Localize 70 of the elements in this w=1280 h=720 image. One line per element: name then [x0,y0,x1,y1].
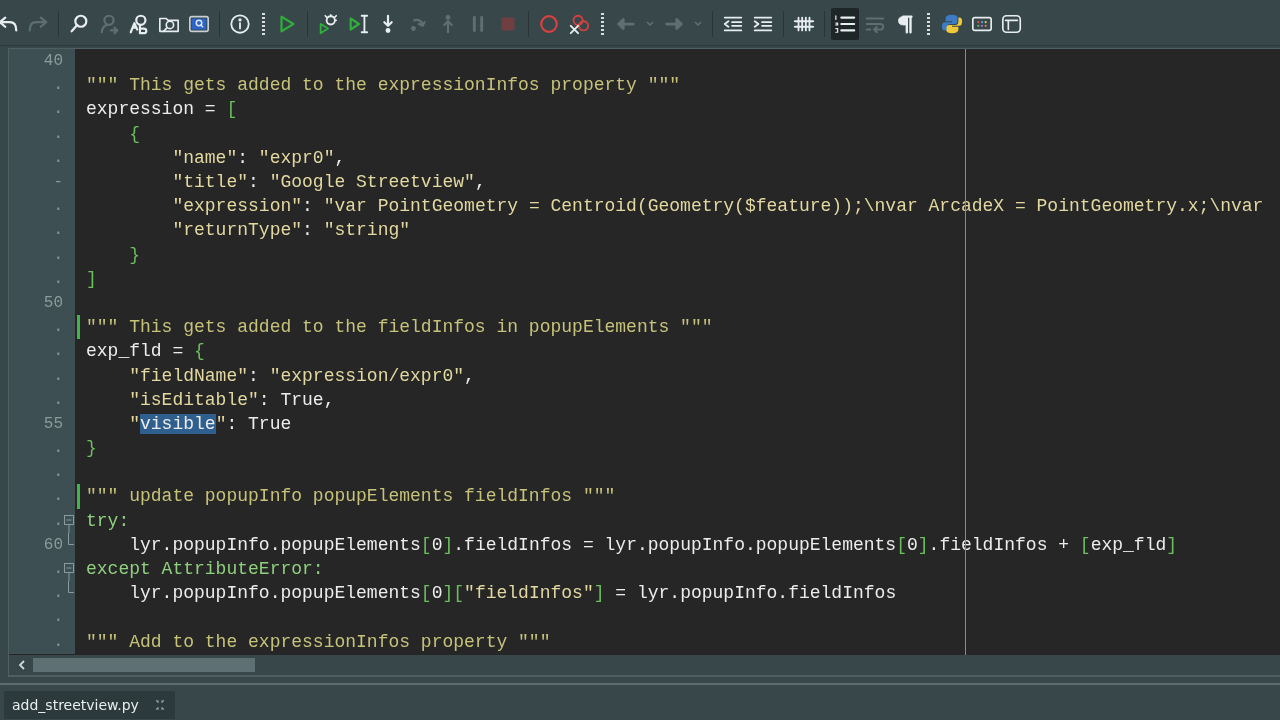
code-line: try: [86,509,130,533]
line-number: . [53,632,63,651]
code-line: expression = [ [86,98,238,122]
line-number: . [53,560,63,579]
chevron-down-icon [694,21,702,26]
line-number: . [53,463,63,482]
play-cursor-icon [347,12,369,35]
toolbar-handle[interactable] [927,12,930,35]
code-line: lyr.popupInfo.popupElements[0]["fieldInfos"] = lyr.popupInfo.fieldInfos [128,582,897,606]
line-number: . [53,197,63,216]
line-number: . [53,366,63,385]
line-number: . [53,487,63,506]
line-number: . [53,318,63,337]
person-search-icon [98,12,120,35]
code-line: } [128,243,140,267]
code-line: """ This gets added to the fieldInfos in popupElements """ [86,316,713,340]
code-line: } [86,437,97,461]
code-line: "fieldName": "expression/expr0", [128,364,475,388]
line-number: 50 [43,293,63,312]
code-line: """ Add to the expressionInfos property """ [86,630,551,654]
line-number: . [53,342,63,361]
code-line: lyr.popupInfo.popupElements[0].fieldInfos = lyr.popupInfo.popupElements[0].fieldInfos + [exp_fld] [128,533,1178,557]
layout-icon [1001,12,1023,35]
line-number: . [53,100,63,119]
line-number: . [53,269,63,288]
python-icon [941,12,963,35]
line-number: . [53,439,63,458]
line-number: . [53,511,63,530]
circle-icon [538,12,560,35]
line-number: . [53,124,63,143]
line-numbers-button[interactable] [831,7,859,40]
code-line: """ update popupInfo popupElements fieldInfos """ [86,485,616,509]
line-number: . [53,584,63,603]
search-icon [68,12,90,35]
toolbar-handle[interactable] [262,12,265,35]
code-line: "name": "expr0", [171,146,346,170]
scroll-left-icon[interactable] [17,658,27,671]
code-editor[interactable] [9,49,1280,655]
code-line: ] [86,267,97,291]
line-number: . [53,76,63,95]
bug-play-icon [317,12,339,35]
dock-icon[interactable] [154,699,165,710]
code-line: "visible": True [128,412,292,436]
code-line: { [128,122,140,146]
chevron-down-icon [646,21,654,26]
line-number: . [53,221,63,240]
code-line: "returnType": "string" [171,219,411,243]
line-number: . [53,390,63,409]
line-number: 60 [43,535,63,554]
fold-end-icon [68,532,74,545]
line-number: 55 [43,414,63,433]
toolbar-handle[interactable] [601,12,604,35]
numbered-list-icon [834,12,856,35]
circles-cross-icon [568,12,590,35]
code-line: "title": "Google Streetview", [171,171,486,195]
code-line: """ This gets added to the expressionInfos property """ [86,74,681,98]
line-number: . [53,245,63,264]
fold-end-icon [68,581,74,594]
replace-icon [128,12,150,35]
code-line: "expression": "var PointGeometry = Centroid(Geometry($feature));\nvar ArcadeX = PointGeometry.x;\nvar [171,195,1264,219]
line-number: . [53,608,63,627]
line-number: - [53,173,63,192]
code-line: "isEditable": True, [128,388,335,412]
code-line: exp_fld = { [86,340,205,364]
line-number: . [53,148,63,167]
line-number: 40 [43,52,63,71]
scrollbar-thumb[interactable] [33,657,255,672]
file-tab[interactable]: add_streetview.py [4,690,175,719]
code-line: except AttributeError: [86,558,324,582]
info-icon [229,12,251,35]
